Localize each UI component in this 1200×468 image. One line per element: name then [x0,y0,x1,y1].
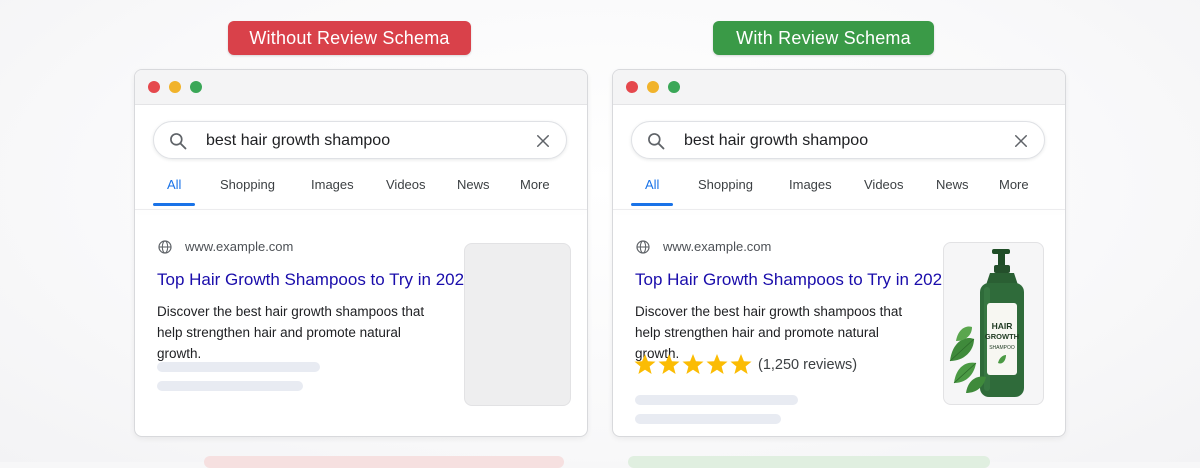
search-icon[interactable] [646,131,666,151]
browser-titlebar [613,70,1065,105]
tab-videos[interactable]: Videos [386,174,426,202]
browser-titlebar [135,70,587,105]
placeholder-line [157,362,320,372]
tabs-divider [613,209,1065,210]
browser-window-with-schema: best hair growth shampoo All Shopping Im… [612,69,1066,437]
tab-shopping[interactable]: Shopping [698,174,753,202]
bottom-hint-right [628,456,990,468]
tab-all[interactable]: All [167,174,181,202]
browser-window-without-schema: best hair growth shampoo All Shopping Im… [134,69,588,437]
tab-images[interactable]: Images [789,174,832,202]
window-close-dot[interactable] [626,81,638,93]
result-description: Discover the best hair growth shampoos t… [157,304,425,361]
tab-all[interactable]: All [645,174,659,202]
result-url[interactable]: www.example.com [185,237,293,257]
tab-videos[interactable]: Videos [864,174,904,202]
bottle-label-line3: SHAMPOO [989,345,1015,351]
result-url[interactable]: www.example.com [663,237,771,257]
leaf-icon [949,326,977,384]
tab-more[interactable]: More [520,174,550,202]
search-icon[interactable] [168,131,188,151]
star-icon [658,354,680,374]
globe-icon [158,240,172,254]
search-bar[interactable]: best hair growth shampoo [631,121,1045,159]
thumbnail-placeholder [464,243,571,406]
window-maximize-dot[interactable] [668,81,680,93]
tab-shopping[interactable]: Shopping [220,174,275,202]
globe-icon [636,240,650,254]
search-input[interactable]: best hair growth shampoo [684,122,868,160]
result-title-link[interactable]: Top Hair Growth Shampoos to Try in 2026 [635,269,952,291]
placeholder-line [157,381,303,391]
tab-images[interactable]: Images [311,174,354,202]
search-input[interactable]: best hair growth shampoo [206,122,390,160]
placeholder-line [635,414,781,424]
without-review-schema-label: Without Review Schema [228,21,471,55]
shampoo-bottle-image: HAIR GROWTH SHAMPOO [949,249,1024,397]
bottle-label-line1: HAIR [992,321,1013,331]
close-icon[interactable] [534,132,552,150]
search-tabs: All Shopping Images Videos News More [153,174,573,206]
window-maximize-dot[interactable] [190,81,202,93]
tab-more[interactable]: More [999,174,1029,202]
bottle-label-line2: GROWTH [985,332,1019,341]
active-tab-indicator [153,203,195,206]
close-icon[interactable] [1012,132,1030,150]
active-tab-indicator [631,203,673,206]
search-tabs: All Shopping Images Videos News More [631,174,1051,206]
star-icon [682,354,704,374]
star-icon [730,354,752,374]
tab-news[interactable]: News [457,174,490,202]
tab-news[interactable]: News [936,174,969,202]
window-close-dot[interactable] [148,81,160,93]
window-minimize-dot[interactable] [647,81,659,93]
review-count: (1,250 reviews) [758,357,858,373]
star-rating [634,354,752,374]
window-minimize-dot[interactable] [169,81,181,93]
placeholder-line [635,395,798,405]
with-review-schema-label: With Review Schema [713,21,934,55]
result-title-link[interactable]: Top Hair Growth Shampoos to Try in 2026 [157,269,474,291]
search-bar[interactable]: best hair growth shampoo [153,121,567,159]
tabs-divider [135,209,587,210]
bottom-hint-left [204,456,564,468]
star-icon [706,354,728,374]
product-thumbnail[interactable]: HAIR GROWTH SHAMPOO [943,242,1044,405]
star-icon [634,354,656,374]
